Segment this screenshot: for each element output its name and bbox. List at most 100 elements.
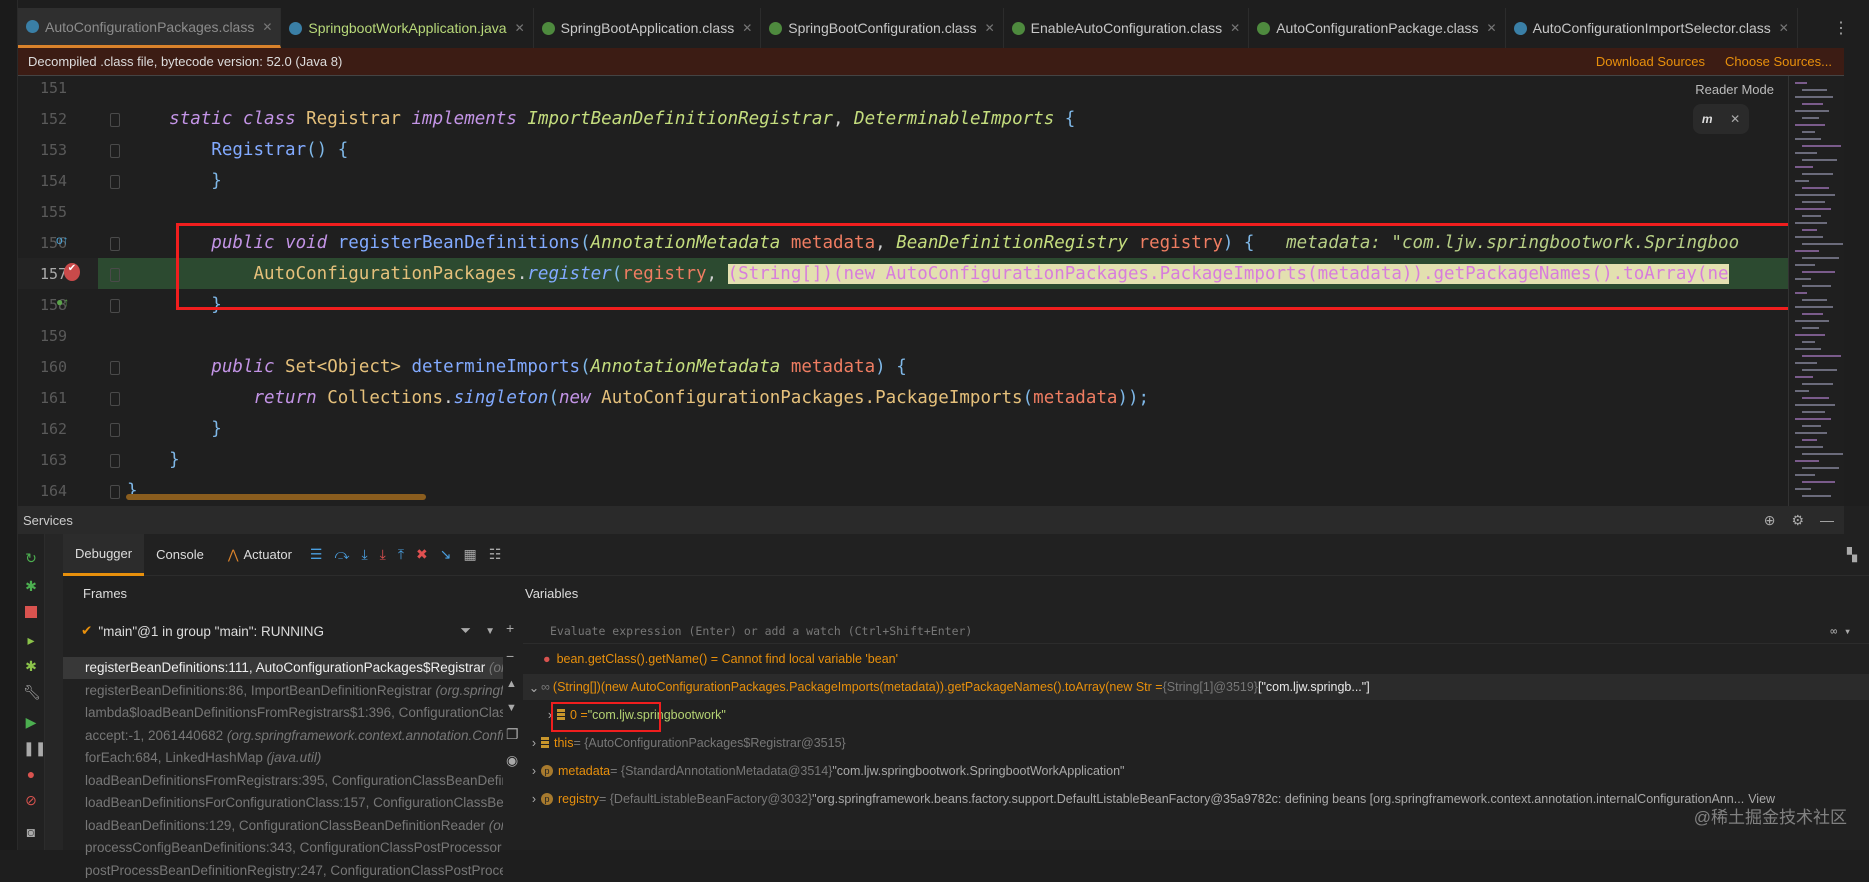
tab-2[interactable]: SpringBootApplication.class ✕	[534, 8, 762, 48]
download-sources-link[interactable]: Download Sources	[1596, 54, 1705, 69]
run-to-cursor-icon[interactable]: ↘	[440, 546, 452, 563]
close-icon[interactable]: ✕	[1487, 21, 1497, 35]
camera-icon[interactable]: ◙	[23, 824, 39, 840]
frame-item[interactable]: registerBeanDefinitions:86, ImportBeanDe…	[63, 680, 503, 702]
horizontal-scrollbar[interactable]	[126, 494, 426, 500]
fold-marker[interactable]	[110, 175, 120, 189]
chevron-down-icon[interactable]: ⌄	[527, 680, 541, 695]
close-icon[interactable]: ✕	[1230, 21, 1240, 35]
frame-item[interactable]: loadBeanDefinitions:129, ConfigurationCl…	[63, 815, 503, 837]
fold-marker[interactable]	[110, 485, 120, 499]
close-icon[interactable]: ✕	[262, 20, 272, 34]
fold-marker[interactable]	[110, 268, 120, 282]
mute-breakpoints-icon[interactable]: ⊘	[23, 792, 39, 808]
tab-5[interactable]: AutoConfigurationPackage.class ✕	[1249, 8, 1506, 48]
fold-marker[interactable]	[110, 361, 120, 375]
var-row-this[interactable]: › this = {AutoConfigurationPackages$Regis…	[523, 730, 1869, 756]
close-icon[interactable]: ✕	[1779, 21, 1789, 35]
copy-icon[interactable]: ❐	[506, 726, 519, 743]
locate-icon[interactable]: ⊕	[1764, 512, 1776, 529]
fold-marker[interactable]	[110, 144, 120, 158]
watch-row-bean[interactable]: ● bean.getClass().getName() = Cannot find…	[523, 646, 1869, 672]
fold-marker[interactable]	[110, 454, 120, 468]
breakpoints-icon[interactable]: ●	[23, 766, 39, 782]
step-out-icon[interactable]: ⤒	[398, 546, 404, 563]
tab-console[interactable]: Console	[144, 534, 216, 576]
breakpoint-icon[interactable]: ✔	[64, 263, 80, 281]
tab-actuator[interactable]: ⋀ Actuator	[216, 534, 304, 576]
frame-item[interactable]: loadBeanDefinitionsFromRegistrars:395, C…	[63, 770, 503, 792]
fold-marker[interactable]	[110, 392, 120, 406]
fold-marker[interactable]	[110, 237, 120, 251]
chevron-right-icon[interactable]: ›	[527, 764, 541, 778]
move-up-icon[interactable]: ▲	[506, 678, 517, 690]
array-item-row[interactable]: › 0 = "com.ljw.springbootwork"	[523, 702, 1869, 728]
var-row-metadata[interactable]: › p metadata = {StandardAnnotationMetadata…	[523, 758, 1869, 784]
chevron-right-icon[interactable]: ›	[527, 736, 541, 750]
debug-icon[interactable]: ✱	[23, 578, 39, 594]
run-config-icon[interactable]: ▸	[23, 632, 39, 648]
force-step-into-icon[interactable]: ⤓	[380, 546, 386, 563]
frame-item[interactable]: registerBeanDefinitions:111, AutoConfigu…	[63, 657, 503, 679]
resume-icon[interactable]: ▶	[23, 714, 39, 730]
trace-icon[interactable]: ☷	[489, 546, 502, 563]
debug-config-icon[interactable]: ✱	[23, 658, 39, 674]
line-number: 153	[40, 141, 68, 159]
rerun-icon[interactable]: ↻	[23, 550, 39, 566]
close-icon[interactable]: ✕	[515, 21, 525, 35]
layout-icon[interactable]: ▚	[1847, 547, 1857, 563]
gear-icon[interactable]: ⚙	[1791, 512, 1804, 529]
pause-icon[interactable]: ❚❚	[23, 740, 46, 756]
thread-selector[interactable]: ✔ "main"@1 in group "main": RUNNING ⏷ ▼	[63, 620, 503, 642]
reader-mode-button[interactable]: Reader Mode	[1695, 82, 1774, 97]
check-icon: ✔	[81, 623, 93, 638]
services-tree-collapsed[interactable]	[45, 534, 63, 850]
tab-1[interactable]: SpringbootWorkApplication.java ✕	[281, 8, 534, 48]
tab-6[interactable]: AutoConfigurationImportSelector.class ✕	[1506, 8, 1798, 48]
tab-debugger[interactable]: Debugger	[63, 533, 145, 576]
fold-marker[interactable]	[110, 299, 120, 313]
eye-icon[interactable]: ◉	[506, 752, 518, 769]
watch-row-expression[interactable]: ⌄ ∞ (String[])(new AutoConfigurationPackag…	[523, 674, 1869, 700]
close-icon[interactable]: ✕	[985, 21, 995, 35]
minimap-line	[1795, 348, 1821, 350]
frame-item[interactable]: lambda$loadBeanDefinitionsFromRegistrars…	[63, 702, 503, 724]
move-down-icon[interactable]: ▼	[506, 702, 517, 714]
frame-item[interactable]: forEach:684, LinkedHashMap (java.util)	[63, 747, 503, 769]
more-tabs-icon[interactable]: ⋮	[1833, 18, 1849, 38]
chevron-right-icon[interactable]: ›	[527, 792, 541, 806]
chevron-down-icon[interactable]: ▼	[485, 626, 495, 637]
remove-watch-icon[interactable]: −	[506, 648, 514, 664]
tab-4[interactable]: EnableAutoConfiguration.class ✕	[1004, 8, 1250, 48]
minimize-icon[interactable]: —	[1820, 512, 1834, 529]
var-row-registry[interactable]: › p registry = {DefaultListableBeanFactory…	[523, 786, 1869, 812]
tab-0[interactable]: AutoConfigurationPackages.class ✕	[18, 8, 282, 48]
drop-frame-icon[interactable]: ✖	[416, 546, 428, 563]
filter-icon[interactable]: ⏷	[460, 623, 471, 639]
close-icon[interactable]: ✕	[742, 21, 752, 35]
evaluate-icon[interactable]: ▦	[464, 546, 477, 563]
frame-item[interactable]: postProcessBeanDefinitionRegistry:247, C…	[63, 860, 503, 882]
implements-gutter-icon[interactable]: o↑	[56, 233, 69, 247]
code-token: ,	[832, 109, 855, 129]
menu-icon[interactable]: ☰	[310, 546, 323, 563]
maven-popup[interactable]: m ✕	[1693, 104, 1749, 134]
tab-3[interactable]: SpringBootConfiguration.class ✕	[761, 8, 1004, 48]
close-icon[interactable]: ✕	[1730, 112, 1740, 126]
frame-item[interactable]: processConfigBeanDefinitions:343, Config…	[63, 837, 503, 859]
step-into-icon[interactable]: ⤓	[361, 546, 367, 563]
choose-sources-link[interactable]: Choose Sources...	[1725, 54, 1832, 69]
minimap[interactable]	[1788, 76, 1844, 506]
stop-icon[interactable]	[25, 606, 37, 618]
fold-marker[interactable]	[110, 113, 120, 127]
code-editor[interactable]: 151 152 static class Registrar implements…	[18, 76, 1844, 506]
frame-item[interactable]: accept:-1, 2061440682 (org.springframewo…	[63, 725, 503, 747]
implements-gutter-icon-2[interactable]: ●↑	[56, 295, 69, 309]
frame-item[interactable]: loadBeanDefinitionsForConfigurationClass…	[63, 792, 503, 814]
step-over-icon[interactable]: ⤼	[334, 546, 349, 563]
evaluate-expression-input[interactable]: Evaluate expression (Enter) or add a wat…	[523, 618, 1869, 644]
watches-toggle-icon[interactable]: ∞ ▾	[1830, 624, 1851, 638]
add-watch-icon[interactable]: +	[506, 620, 514, 636]
wrench-icon[interactable]: 🔧︎	[23, 684, 41, 700]
fold-marker[interactable]	[110, 423, 120, 437]
